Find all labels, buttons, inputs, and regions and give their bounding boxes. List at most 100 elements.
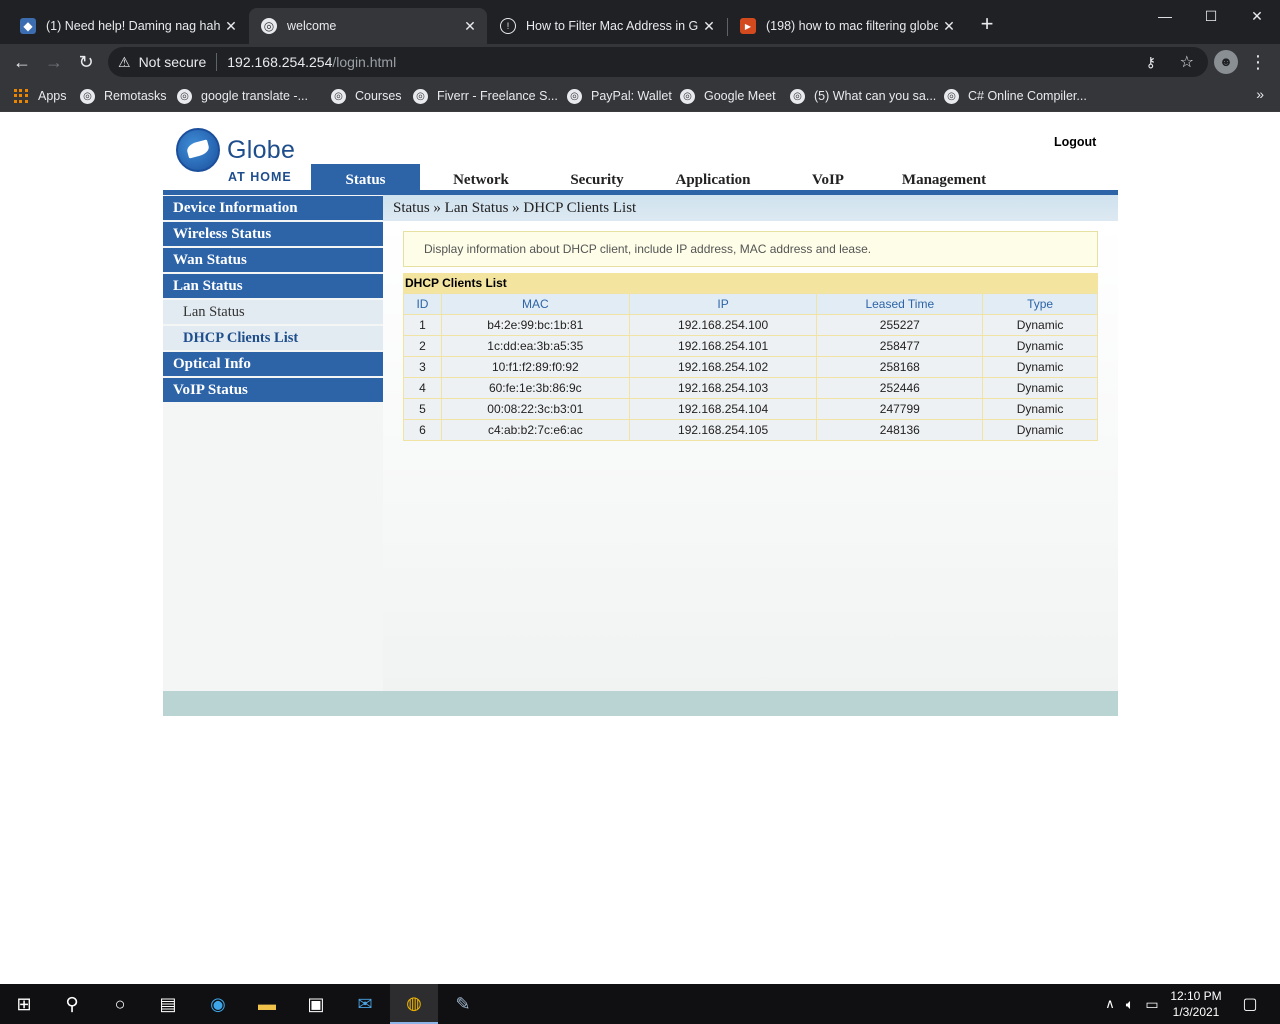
cell-ip: 192.168.254.104 bbox=[628, 398, 818, 420]
brand-name: Globe bbox=[227, 136, 296, 164]
cell-ip: 192.168.254.102 bbox=[628, 356, 818, 378]
paint-icon[interactable]: ✎ bbox=[439, 984, 487, 1024]
close-tab-icon[interactable]: ✕ bbox=[938, 18, 960, 35]
bookmark-item[interactable]: ◎ Remotasks bbox=[80, 86, 167, 106]
table-header-row: ID MAC IP Leased Time Type bbox=[403, 293, 1098, 315]
nav-tab-status[interactable]: Status bbox=[311, 164, 420, 190]
reload-button[interactable]: ↻ bbox=[74, 50, 98, 74]
globe-icon: ◎ bbox=[177, 88, 192, 104]
mail-icon[interactable]: ✉ bbox=[341, 984, 389, 1024]
more-menu-icon[interactable]: ⋮ bbox=[1248, 50, 1268, 74]
cell-mac: 00:08:22:3c:b3:01 bbox=[440, 398, 630, 420]
logout-link[interactable]: Logout bbox=[1054, 135, 1096, 149]
router-page: Globe AT HOME Logout Status Network Secu… bbox=[0, 112, 1280, 984]
chrome-icon[interactable]: ◍ bbox=[390, 984, 438, 1024]
cell-type: Dynamic bbox=[982, 314, 1098, 336]
cell-leased-time: 247799 bbox=[816, 398, 984, 420]
info-message: Display information about DHCP client, i… bbox=[403, 231, 1098, 267]
sidebar-item-wan-status[interactable]: Wan Status bbox=[163, 248, 383, 272]
cell-type: Dynamic bbox=[982, 356, 1098, 378]
windows-start-icon[interactable]: ⊞ bbox=[0, 984, 48, 1024]
bookmark-item[interactable]: ◎ Courses bbox=[331, 86, 402, 106]
task-view-icon[interactable]: ▤ bbox=[144, 984, 192, 1024]
warning-icon[interactable]: ⚠ bbox=[118, 54, 131, 71]
bookmark-item[interactable]: ◎ Google Meet bbox=[680, 86, 776, 106]
close-tab-icon[interactable]: ✕ bbox=[459, 18, 481, 35]
store-icon[interactable]: ▣ bbox=[292, 984, 340, 1024]
sidebar-item-voip-status[interactable]: VoIP Status bbox=[163, 378, 383, 402]
nav-tab-security[interactable]: Security bbox=[547, 164, 647, 190]
shield-icon: ◆ bbox=[20, 18, 36, 34]
globe-icon: ◎ bbox=[567, 88, 582, 104]
profile-avatar[interactable]: ☻ bbox=[1214, 50, 1238, 74]
bookmark-item[interactable]: ◎ C# Online Compiler... bbox=[944, 86, 1087, 106]
cell-id: 4 bbox=[403, 377, 442, 399]
chevron-right-icon[interactable]: » bbox=[1256, 86, 1264, 102]
content-panel: Display information about DHCP client, i… bbox=[383, 221, 1118, 691]
sidebar-item-device-information[interactable]: Device Information bbox=[163, 196, 383, 220]
page-footer bbox=[163, 691, 1118, 716]
cell-mac: b4:2e:99:bc:1b:81 bbox=[440, 314, 630, 336]
sidebar-item-lan-status[interactable]: Lan Status bbox=[163, 274, 383, 298]
sidebar-item-optical-info[interactable]: Optical Info bbox=[163, 352, 383, 376]
nav-tab-voip[interactable]: VoIP bbox=[783, 164, 873, 190]
table-title: DHCP Clients List bbox=[403, 273, 1098, 293]
sidebar-subitem-dhcp-clients[interactable]: DHCP Clients List bbox=[163, 326, 383, 350]
table-row: 4 60:fe:1e:3b:86:9c 192.168.254.103 252446 D… bbox=[403, 377, 1098, 399]
system-clock[interactable]: 12:10 PM 1/3/2021 bbox=[1168, 988, 1224, 1020]
cell-id: 1 bbox=[403, 314, 442, 336]
taskbar: ⊞ ⚲ ○ ▤ ◉ ▬ ▣ ✉ ◍ ✎ ∧ 🔈︎ ▭ 12:10 PM 1/3/… bbox=[0, 984, 1280, 1024]
browser-tab[interactable]: ◆ (1) Need help! Daming nag hahā ✕ bbox=[8, 8, 248, 44]
sidebar: Device Information Wireless Status Wan S… bbox=[163, 195, 383, 691]
sidebar-item-wireless-status[interactable]: Wireless Status bbox=[163, 222, 383, 246]
back-button[interactable]: ← bbox=[10, 50, 34, 74]
column-header-mac: MAC bbox=[440, 293, 630, 315]
bookmark-item[interactable]: ◎ Fiverr - Freelance S... bbox=[413, 86, 558, 106]
cell-leased-time: 258477 bbox=[816, 335, 984, 357]
globe-icon: ◎ bbox=[413, 88, 428, 104]
cell-id: 2 bbox=[403, 335, 442, 357]
table-row: 3 10:f1:f2:89:f0:92 192.168.254.102 258168 D… bbox=[403, 356, 1098, 378]
bookmark-apps[interactable]: Apps bbox=[14, 86, 67, 106]
address-bar[interactable]: ⚠ Not secure 192.168.254.254/login.html … bbox=[108, 47, 1208, 77]
forward-button[interactable]: → bbox=[42, 50, 66, 74]
youtube-icon: ▶ bbox=[740, 18, 756, 34]
nav-tab-application[interactable]: Application bbox=[658, 164, 768, 190]
column-header-id: ID bbox=[403, 293, 442, 315]
cell-mac: 10:f1:f2:89:f0:92 bbox=[440, 356, 630, 378]
star-icon[interactable]: ☆ bbox=[1180, 52, 1194, 72]
cell-ip: 192.168.254.105 bbox=[628, 419, 818, 441]
nav-tab-management[interactable]: Management bbox=[886, 164, 1002, 190]
minimize-button[interactable]: — bbox=[1142, 4, 1188, 28]
bookmarks-bar: Apps ◎ Remotasks ◎ google translate -... ◎… bbox=[0, 80, 1280, 112]
key-icon[interactable]: ⚷ bbox=[1146, 54, 1156, 71]
main-nav: Status Network Security Application VoIP… bbox=[163, 164, 1118, 190]
maximize-button[interactable]: ☐ bbox=[1188, 4, 1234, 28]
cell-id: 3 bbox=[403, 356, 442, 378]
close-window-button[interactable]: ✕ bbox=[1234, 4, 1280, 28]
browser-tab[interactable]: ▶ (198) how to mac filtering globe ✕ bbox=[728, 8, 966, 44]
close-tab-icon[interactable]: ✕ bbox=[698, 18, 720, 35]
browser-tab[interactable]: ! How to Filter Mac Address in Glo ✕ bbox=[488, 8, 726, 44]
edge-icon[interactable]: ◉ bbox=[194, 984, 242, 1024]
column-header-ip: IP bbox=[628, 293, 818, 315]
browser-tab-active[interactable]: ◎ welcome ✕ bbox=[249, 8, 487, 44]
new-tab-button[interactable]: + bbox=[976, 13, 998, 36]
notification-icon[interactable]: ▢ bbox=[1226, 984, 1274, 1024]
file-explorer-icon[interactable]: ▬ bbox=[243, 984, 291, 1024]
table-row: 1 b4:2e:99:bc:1b:81 192.168.254.100 255227 D… bbox=[403, 314, 1098, 336]
cell-mac: 60:fe:1e:3b:86:9c bbox=[440, 377, 630, 399]
tab-strip: ◆ (1) Need help! Daming nag hahā ✕ ◎ wel… bbox=[0, 0, 1280, 44]
bookmark-item[interactable]: ◎ PayPal: Wallet bbox=[567, 86, 672, 106]
search-icon[interactable]: ⚲ bbox=[48, 984, 96, 1024]
url-path[interactable]: /login.html bbox=[332, 54, 396, 70]
close-tab-icon[interactable]: ✕ bbox=[220, 18, 242, 35]
nav-tab-network[interactable]: Network bbox=[431, 164, 531, 190]
sidebar-subitem-lan-status[interactable]: Lan Status bbox=[163, 300, 383, 324]
cell-mac: 1c:dd:ea:3b:a5:35 bbox=[440, 335, 630, 357]
url-host[interactable]: 192.168.254.254 bbox=[227, 54, 332, 70]
bookmark-item[interactable]: ◎ google translate -... bbox=[177, 86, 308, 106]
bookmark-item[interactable]: ◎ (5) What can you sa... bbox=[790, 86, 936, 106]
cell-type: Dynamic bbox=[982, 398, 1098, 420]
cortana-icon[interactable]: ○ bbox=[96, 984, 144, 1024]
